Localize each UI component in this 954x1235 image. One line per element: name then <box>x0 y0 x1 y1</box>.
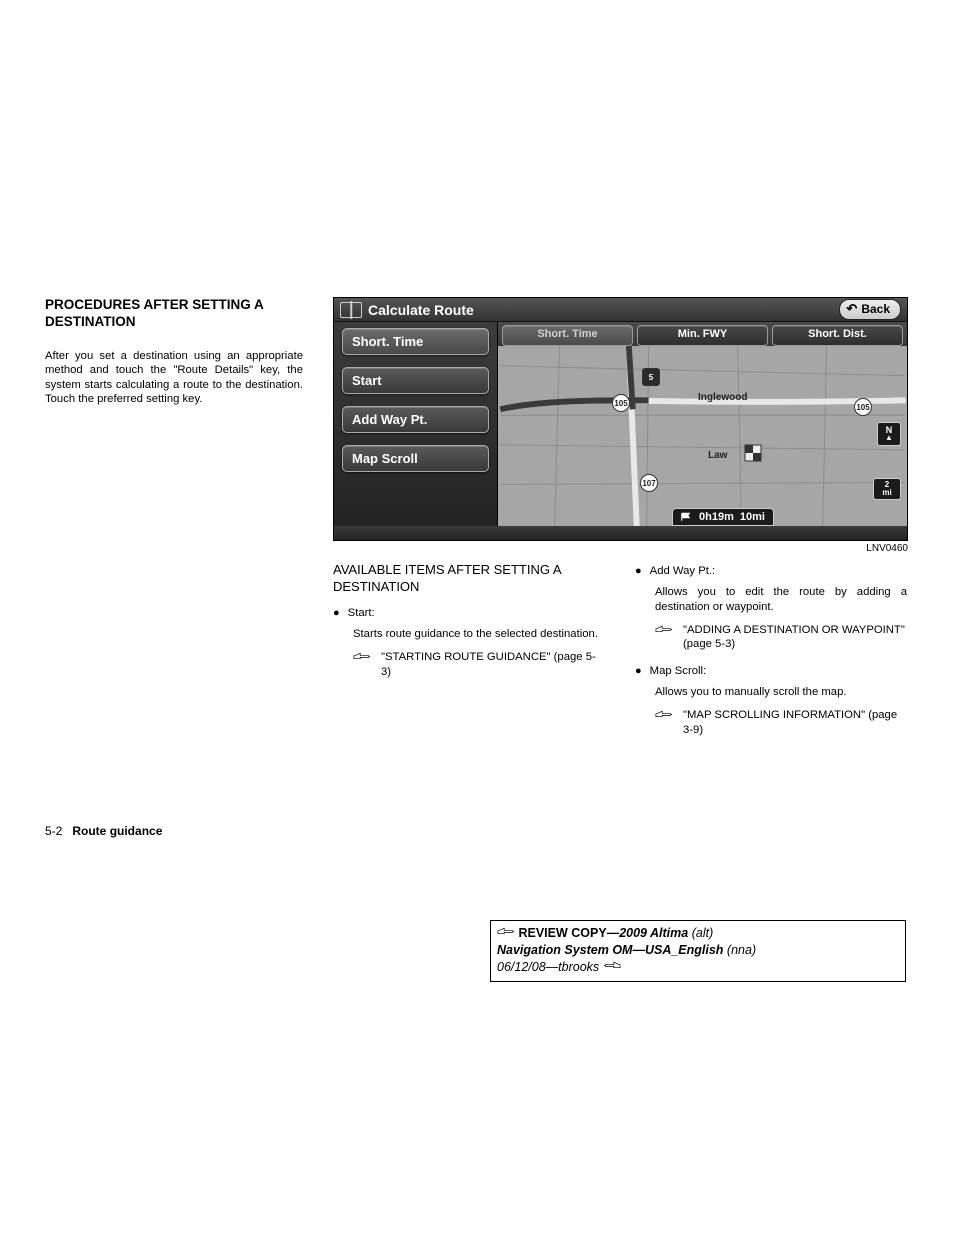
review-l1b: 2009 Altima <box>619 926 688 940</box>
shield-105-b: 105 <box>854 398 872 416</box>
compass-icon[interactable] <box>877 422 901 446</box>
hand-left-icon <box>603 959 621 976</box>
item-start-ref: "STARTING ROUTE GUIDANCE" (page 5-3) <box>381 650 605 679</box>
image-caption: LNV0460 <box>333 543 908 554</box>
shield-105-a: 105 <box>612 394 630 412</box>
destination-icon <box>744 444 762 462</box>
back-arrow-icon: ↶ <box>846 301 857 317</box>
map-label-lawndale: Law <box>708 450 727 461</box>
item-scroll-desc: Allows you to manually scroll the map. <box>655 685 907 700</box>
nav-screenshot: Calculate Route ↶ Back Short. Time Start… <box>333 297 908 541</box>
hand-right-icon <box>497 925 515 942</box>
section-name: Route guidance <box>72 824 162 838</box>
review-l3: 06/12/08—tbrooks <box>497 960 599 974</box>
bullet-icon: ● <box>635 564 642 579</box>
review-copy-box: REVIEW COPY—2009 Altima (alt) Navigation… <box>490 920 906 982</box>
reference-icon <box>655 708 673 725</box>
tab-short-time[interactable]: Short. Time <box>502 325 633 346</box>
item-scroll-ref: "MAP SCROLLING INFORMATION" (page 3-9) <box>683 708 907 737</box>
back-label: Back <box>861 302 890 316</box>
screen-title: Calculate Route <box>368 302 839 318</box>
side-btn-start[interactable]: Start <box>342 367 489 394</box>
side-panel: Short. Time Start Add Way Pt. Map Scroll <box>334 322 498 526</box>
reference-icon <box>353 650 371 667</box>
page-footer: 5-2 Route guidance <box>45 824 162 838</box>
review-l1c: (alt) <box>692 926 714 940</box>
flag-icon <box>681 512 693 522</box>
side-btn-add-waypoint[interactable]: Add Way Pt. <box>342 406 489 433</box>
section-heading: PROCEDURES AFTER SETTING A DESTINATION <box>45 297 303 331</box>
intro-paragraph: After you set a destination using an app… <box>45 349 303 407</box>
item-start-label: Start: <box>348 606 605 621</box>
route-status: 0h19m 10mi <box>672 508 774 526</box>
map-label-inglewood: Inglewood <box>698 392 747 403</box>
back-button[interactable]: ↶ Back <box>839 299 901 320</box>
item-add-label: Add Way Pt.: <box>650 564 907 579</box>
scale-unit: mi <box>882 489 891 497</box>
bottom-bar <box>334 526 907 540</box>
side-btn-map-scroll[interactable]: Map Scroll <box>342 445 489 472</box>
route-type-tabs: Short. Time Min. FWY Short. Dist. <box>498 322 907 346</box>
item-scroll-label: Map Scroll: <box>650 664 907 679</box>
status-time: 0h19m <box>699 511 734 523</box>
shield-i5: 5 <box>642 368 660 386</box>
review-l2b: (nna) <box>727 943 756 957</box>
shield-107: 107 <box>640 474 658 492</box>
side-btn-short-time[interactable]: Short. Time <box>342 328 489 355</box>
item-add-ref: "ADDING A DESTINATION OR WAYPOINT" (page… <box>683 623 907 652</box>
tab-min-fwy[interactable]: Min. FWY <box>637 325 768 346</box>
item-start-desc: Starts route guidance to the selected de… <box>353 627 605 642</box>
scale-indicator[interactable]: 2 mi <box>873 478 901 500</box>
tab-short-dist[interactable]: Short. Dist. <box>772 325 903 346</box>
subheading: AVAILABLE ITEMS AFTER SETTING A DESTINAT… <box>333 562 605 596</box>
review-l2a: Navigation System OM—USA_English <box>497 943 723 957</box>
item-add-desc: Allows you to edit the route by adding a… <box>655 585 907 614</box>
map-canvas: 5 105 105 107 Inglewood Law 2 mi 0h19m <box>498 346 907 526</box>
page-number: 5-2 <box>45 824 62 838</box>
bullet-icon: ● <box>333 606 340 621</box>
review-l1a: REVIEW COPY— <box>518 926 619 940</box>
titlebar: Calculate Route ↶ Back <box>334 298 907 322</box>
map-area: Short. Time Min. FWY Short. Dist. <box>498 322 907 526</box>
status-distance: 10mi <box>740 511 765 523</box>
bullet-icon: ● <box>635 664 642 679</box>
split-view-icon <box>340 302 362 318</box>
reference-icon <box>655 623 673 640</box>
